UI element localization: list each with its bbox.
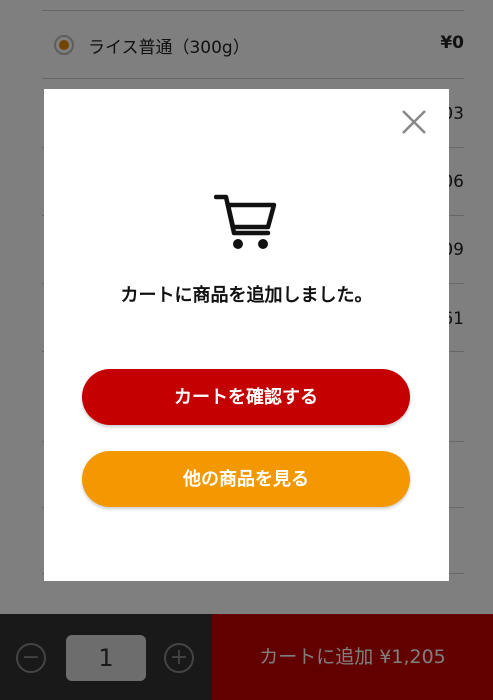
cart-icon xyxy=(214,194,277,249)
view-other-products-button[interactable]: 他の商品を見る xyxy=(82,451,410,507)
confirm-cart-button[interactable]: カートを確認する xyxy=(82,369,410,425)
dialog-message: カートに商品を追加しました。 xyxy=(120,285,373,306)
close-icon[interactable] xyxy=(399,107,429,137)
added-to-cart-dialog: カートに商品を追加しました。 カートを確認する 他の商品を見る xyxy=(44,89,449,581)
